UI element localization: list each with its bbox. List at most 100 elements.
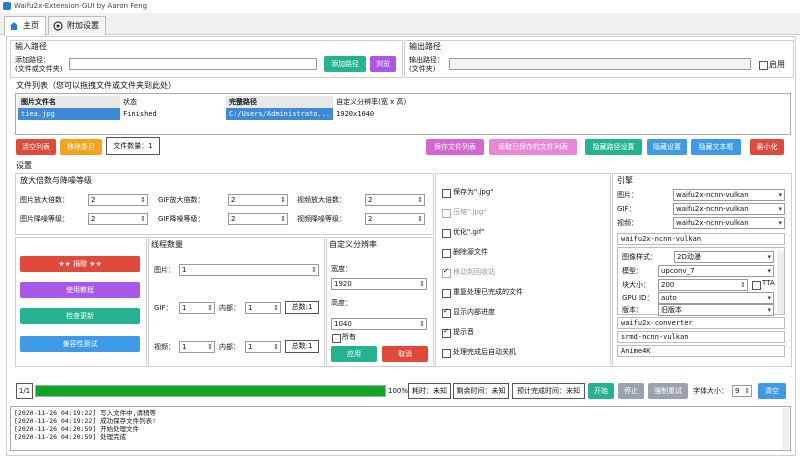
force-retry-button[interactable]: 强制重试 xyxy=(648,383,688,399)
tutorial-button[interactable]: 使用教程 xyxy=(20,282,140,298)
height-spinbox[interactable]: 1040 xyxy=(331,318,427,330)
file-list-table[interactable]: 图片文件名 状态 完整路径 自定义分辨率(宽 x 高) tiea.jpg Fin… xyxy=(15,93,791,135)
option-checkbox[interactable] xyxy=(442,189,451,198)
block-size-spinbox[interactable]: 200 xyxy=(658,279,748,291)
cancel-button[interactable]: 取消 xyxy=(382,346,428,362)
table-row[interactable]: tiea.jpg Finished C:/Users/Administrato.… xyxy=(18,108,439,120)
remaining-time: 剩余时间：未知 xyxy=(453,383,509,399)
image-threads-label: 图片： xyxy=(154,266,175,274)
check-update-button[interactable]: 检查更新 xyxy=(20,308,140,324)
file-count-label: 文件数量：1 xyxy=(106,137,160,155)
video-inner-spinbox[interactable]: 1 xyxy=(245,341,281,353)
input-path-field[interactable] xyxy=(69,58,317,70)
image-denoise-spinbox[interactable]: 2 xyxy=(88,213,148,225)
output-path-field[interactable] xyxy=(449,58,751,70)
option-checkbox xyxy=(442,209,451,218)
clear-log-button[interactable]: 清空 xyxy=(758,383,786,399)
row-filename: tiea.jpg xyxy=(18,108,120,120)
hide-path-settings-button[interactable]: 隐藏路径设置 xyxy=(585,139,642,155)
gpu-id-select[interactable]: auto xyxy=(658,292,774,304)
hide-settings-button[interactable]: 隐藏设置 xyxy=(647,139,687,155)
engine-list-item[interactable]: waifu2x-converter xyxy=(617,317,785,329)
settings-title: 设置 xyxy=(16,161,32,170)
tab-extra-settings-label: 附加设置 xyxy=(67,21,99,30)
progress-counter: 1/1 xyxy=(16,383,33,399)
stop-button[interactable]: 停止 xyxy=(618,383,644,399)
eta-time: 预计完成时间：未知 xyxy=(512,383,585,399)
input-path-group: 输入路径 添加路径： (文件或文件夹) 添加路径 浏览 xyxy=(10,40,403,78)
engine-list-item[interactable]: Anime4K xyxy=(617,345,785,357)
tta-checkbox[interactable] xyxy=(752,281,761,290)
tab-bar: 主页 附加设置 xyxy=(0,13,800,36)
option-checkbox[interactable] xyxy=(442,327,451,338)
video-engine-select[interactable]: waifu2x-ncnn-vulkan xyxy=(673,217,785,229)
left-buttons-group: ★★ 捐赠 ★★ 使用教程 检查更新 兼容性测试 xyxy=(15,237,147,367)
engine-list-item[interactable]: srmd-ncnn-vulkan xyxy=(617,331,785,343)
image-engine-label: 图片： xyxy=(617,191,638,199)
video-threads-label: 视频： xyxy=(154,343,175,351)
video-threads-spinbox[interactable]: 1 xyxy=(179,341,215,353)
gif-scale-spinbox[interactable]: 2 xyxy=(228,194,288,206)
option-checkbox[interactable] xyxy=(442,249,451,258)
gif-engine-select[interactable]: waifu2x-ncnn-vulkan xyxy=(673,203,785,215)
donate-button[interactable]: ★★ 捐赠 ★★ xyxy=(20,256,140,272)
video-denoise-spinbox[interactable]: 2 xyxy=(365,213,425,225)
video-scale-label: 视频放大倍数： xyxy=(297,196,346,204)
font-size-spinbox[interactable]: 9 xyxy=(732,385,752,397)
video-scale-spinbox[interactable]: 2 xyxy=(365,194,425,206)
option-checkbox[interactable] xyxy=(442,289,451,298)
compat-test-button[interactable]: 兼容性测试 xyxy=(20,336,140,352)
image-denoise-label: 图片降噪等级： xyxy=(20,215,69,223)
width-label: 宽度： xyxy=(331,265,352,273)
output-enable-checkbox[interactable] xyxy=(759,61,768,70)
main-panel: 输入路径 添加路径： (文件或文件夹) 添加路径 浏览 输出路径 输出路径： (… xyxy=(6,36,796,456)
progress-percent: 100% xyxy=(388,387,409,395)
option-label: 移动到回收站 xyxy=(453,268,495,276)
option-checkbox[interactable] xyxy=(442,349,451,358)
gif-denoise-label: GIF降噪等级： xyxy=(158,215,205,223)
read-saved-list-button[interactable]: 读取已保存的文件列表 xyxy=(489,139,577,155)
option-label: 提示音 xyxy=(453,328,474,336)
option-checkbox[interactable] xyxy=(442,229,451,238)
all-checkbox[interactable] xyxy=(332,334,341,343)
engine-list-current[interactable]: waifu2x-ncnn-vulkan xyxy=(617,233,785,245)
style-select[interactable]: 2D动漫 xyxy=(674,251,774,263)
engine-group: 引擎 图片： waifu2x-ncnn-vulkan GIF： waifu2x-… xyxy=(612,173,792,367)
tab-home[interactable]: 主页 xyxy=(4,16,46,36)
option-checkbox[interactable] xyxy=(442,307,451,318)
start-button[interactable]: 开始 xyxy=(588,383,614,399)
engine-settings-scrollbar[interactable] xyxy=(777,250,784,314)
column-header-status[interactable]: 状态 xyxy=(120,96,226,108)
minimize-button[interactable]: 最小化 xyxy=(750,139,784,155)
hide-text-box-button[interactable]: 隐藏文本框 xyxy=(691,139,741,155)
width-spinbox[interactable]: 1920 xyxy=(331,278,427,290)
column-header-filename[interactable]: 图片文件名 xyxy=(18,96,120,108)
model-select[interactable]: upconv_7 xyxy=(658,265,774,277)
tab-extra-settings[interactable]: 附加设置 xyxy=(48,16,106,35)
version-select[interactable]: 旧版本 xyxy=(658,304,774,316)
clear-list-button[interactable]: 清空列表 xyxy=(16,139,56,155)
log-text-box[interactable]: [2020-11-26 04:19:22] 写入文件中,请稍等 [2020-11… xyxy=(10,406,791,451)
remove-item-button[interactable]: 移除条目 xyxy=(60,139,102,155)
image-scale-spinbox[interactable]: 2 xyxy=(88,194,148,206)
column-header-path[interactable]: 完整路径 xyxy=(226,96,334,108)
browse-button[interactable]: 浏览 xyxy=(370,56,396,72)
option-label: 显示内部进度 xyxy=(453,308,495,316)
image-engine-select[interactable]: waifu2x-ncnn-vulkan xyxy=(673,189,785,201)
add-path-button[interactable]: 添加路径 xyxy=(324,56,366,72)
gif-denoise-spinbox[interactable]: 2 xyxy=(228,213,288,225)
progress-bar-fill xyxy=(36,386,385,396)
threads-group: 线程数量 图片： 1 GIF： 1 内部： 1 总数:1 视频： 1 内部： 1… xyxy=(148,237,325,367)
column-header-resolution[interactable]: 自定义分辨率(宽 x 高) xyxy=(333,96,440,108)
log-scrollbar[interactable] xyxy=(782,408,789,449)
block-size-label: 块大小： xyxy=(622,281,650,289)
save-list-button[interactable]: 保存文件列表 xyxy=(426,139,484,155)
app-logo-icon xyxy=(3,2,11,10)
gif-inner-spinbox[interactable]: 1 xyxy=(245,302,281,314)
image-threads-spinbox[interactable]: 1 xyxy=(179,264,319,276)
gif-threads-spinbox[interactable]: 1 xyxy=(179,302,215,314)
row-path: C:/Users/Administrato... xyxy=(226,108,334,120)
row-status: Finished xyxy=(123,110,157,118)
video-engine-label: 视频： xyxy=(617,219,638,227)
apply-button[interactable]: 应用 xyxy=(331,346,377,362)
